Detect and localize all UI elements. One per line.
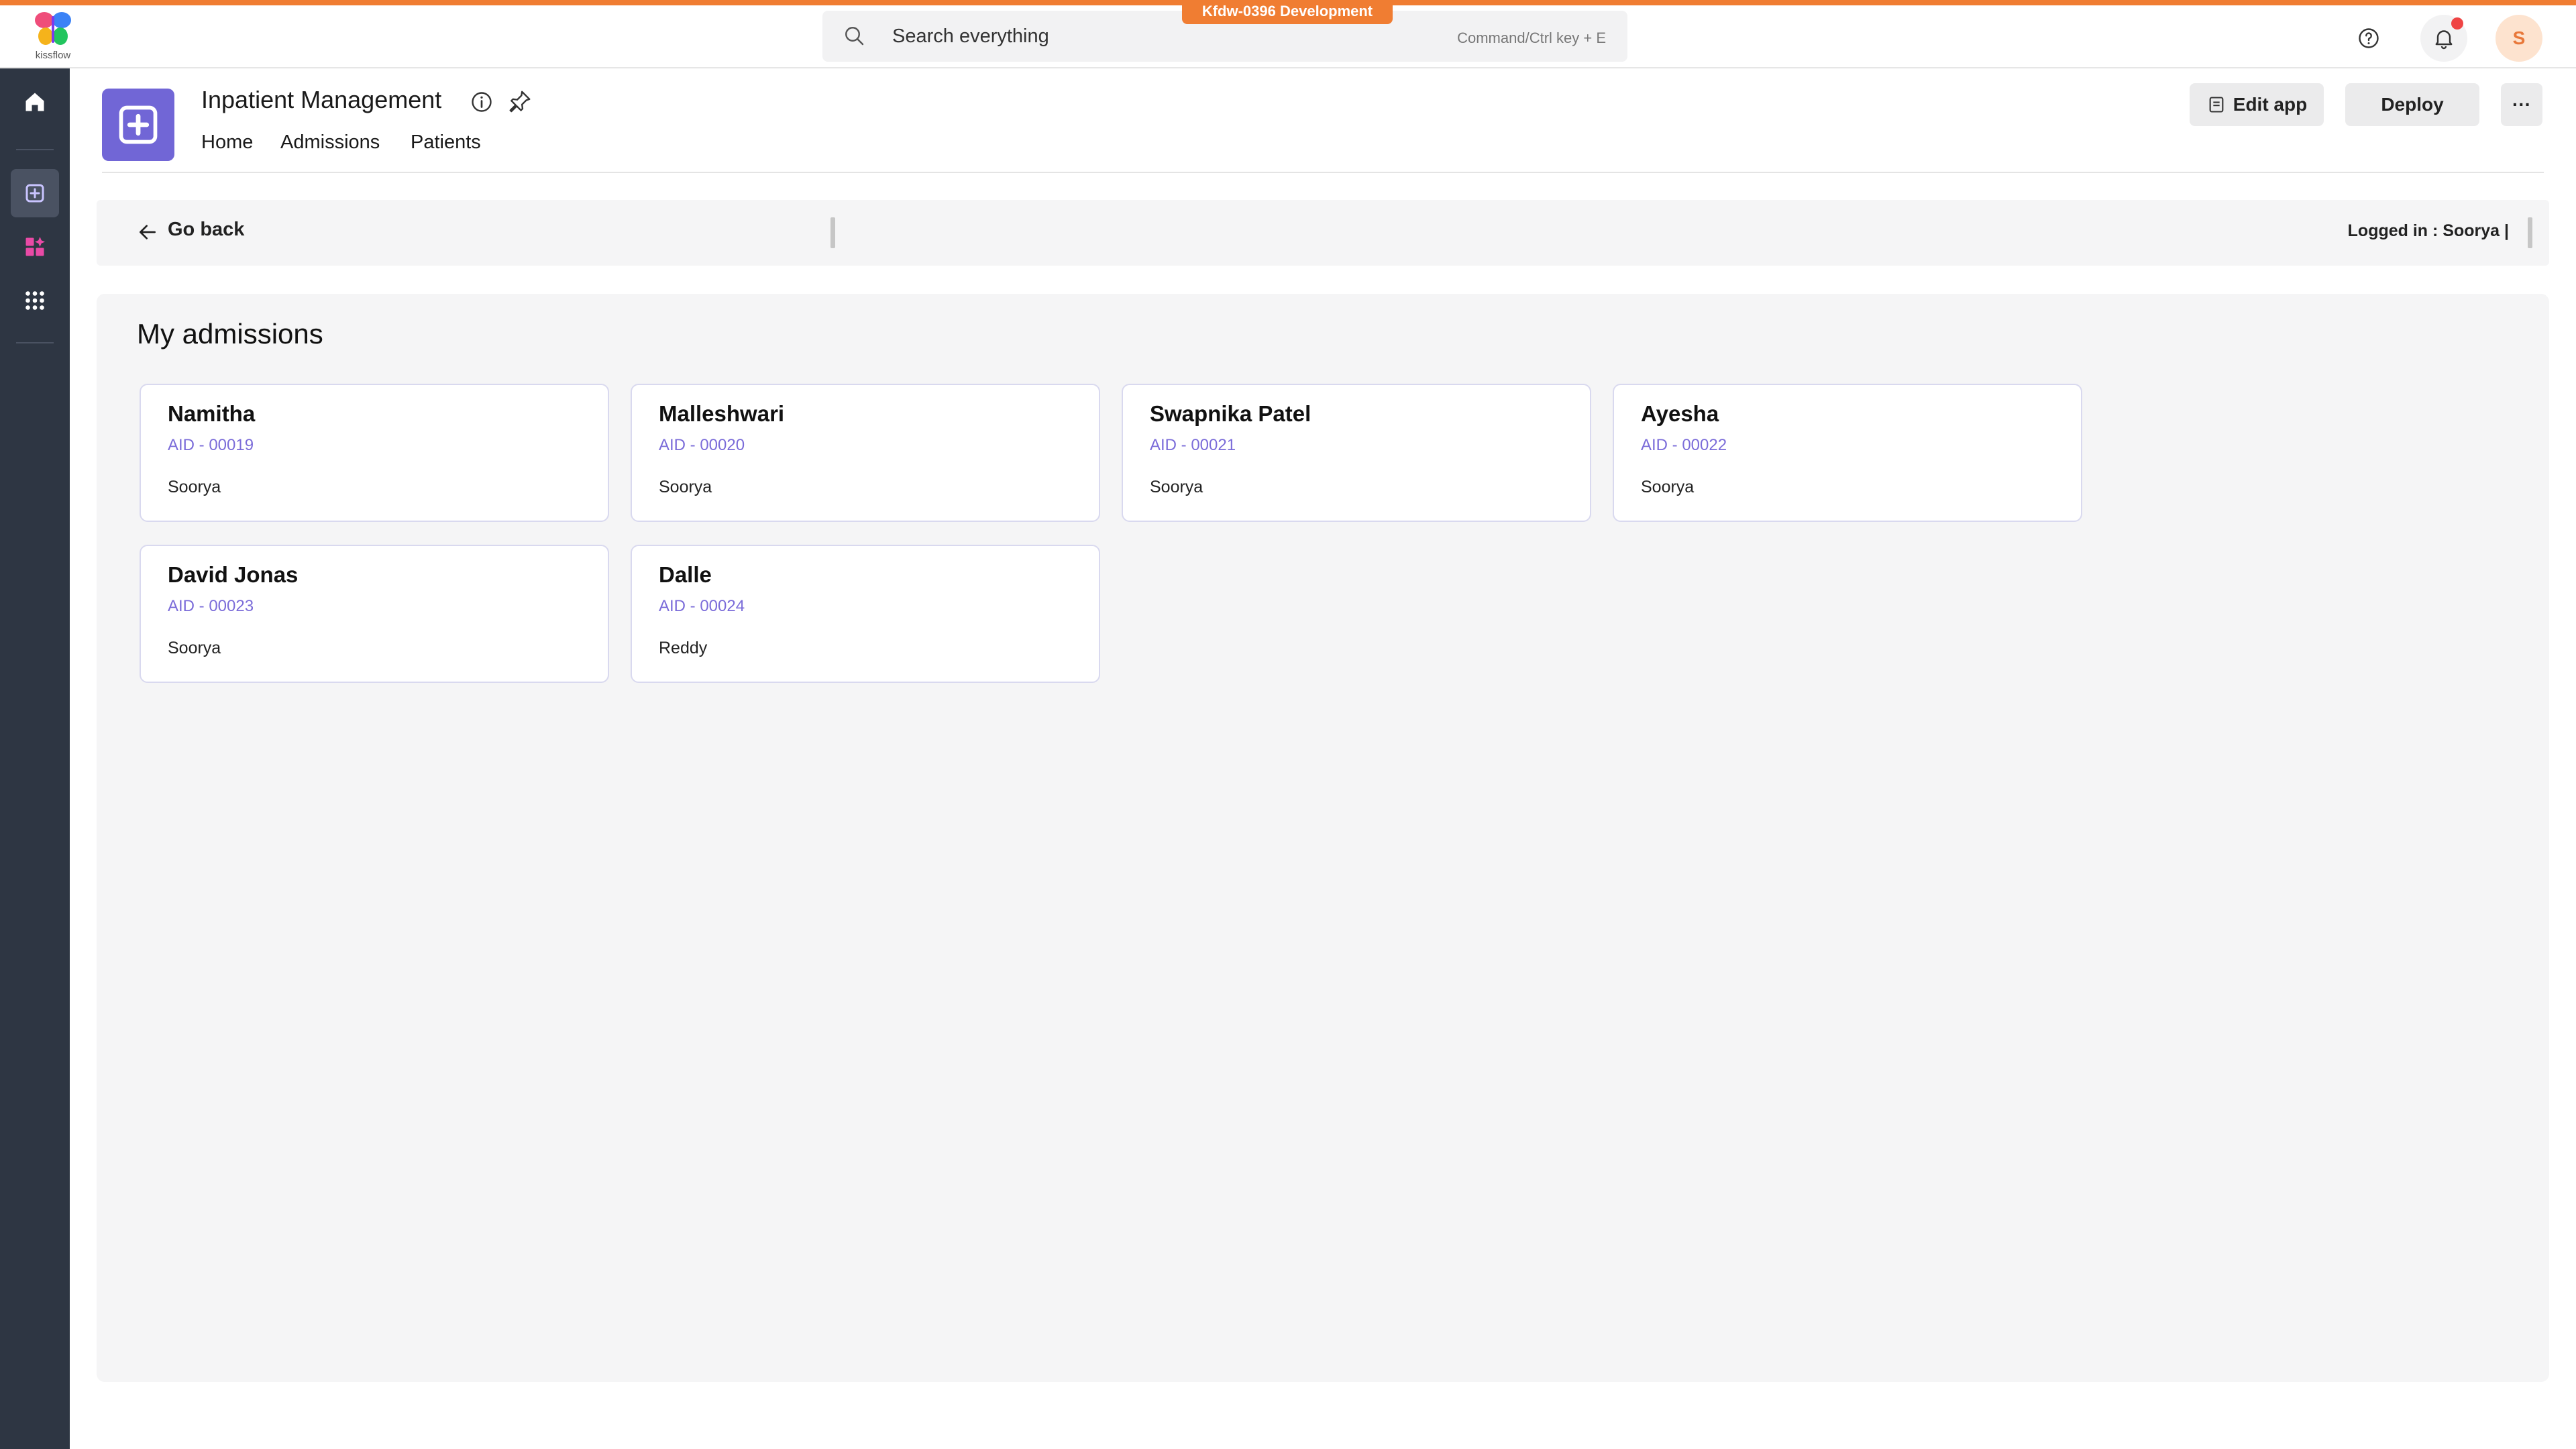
patient-name: Ayesha [1641, 401, 1719, 426]
sidebar-item-home[interactable] [11, 78, 59, 126]
app-title: Inpatient Management [201, 86, 442, 113]
admission-id: AID - 00023 [168, 597, 254, 615]
notification-badge [2451, 17, 2463, 30]
edit-app-label: Edit app [2233, 94, 2308, 115]
patient-name: Malleshwari [659, 401, 785, 426]
patient-name: Dalle [659, 562, 712, 587]
navigation-bar: Go back Logged in : Soorya | [97, 200, 2549, 266]
section-title: My admissions [137, 318, 323, 350]
sidebar-divider [16, 149, 54, 150]
medical-plus-icon [119, 105, 158, 144]
bell-icon [2435, 30, 2453, 50]
search-input[interactable]: Search everything [892, 25, 1049, 48]
help-icon [2359, 28, 2379, 48]
edit-form-icon [2209, 97, 2224, 113]
kissflow-logo[interactable]: kissflow [30, 9, 76, 64]
admission-id: AID - 00022 [1641, 436, 1727, 454]
notifications-button[interactable] [2420, 15, 2467, 62]
tab-patients[interactable]: Patients [411, 131, 481, 154]
sidebar-item-all-apps[interactable] [11, 276, 59, 325]
assigned-to: Soorya [1641, 478, 1695, 496]
sidebar-divider [16, 342, 54, 343]
home-icon [25, 93, 44, 111]
widgets-icon [25, 237, 45, 256]
assigned-to: Soorya [168, 478, 221, 496]
user-avatar[interactable]: S [2496, 15, 2542, 62]
assigned-to: Reddy [659, 639, 708, 657]
app-plus-icon [25, 184, 44, 203]
logged-in-text: Logged in : Soorya | [2347, 221, 2509, 240]
admissions-panel: My admissions Namitha AID - 00019 Soorya… [97, 294, 2549, 1382]
admission-card[interactable]: Swapnika Patel AID - 00021 Soorya [1122, 384, 1591, 522]
sidebar-item-widgets[interactable] [11, 223, 59, 271]
resize-handle[interactable] [830, 217, 835, 248]
help-button[interactable] [2345, 15, 2392, 62]
deploy-button[interactable]: Deploy [2345, 83, 2479, 126]
go-back-link[interactable]: Go back [168, 219, 244, 241]
search-shortcut-hint: Command/Ctrl key + E [1457, 30, 1606, 46]
logo-text: kissflow [35, 50, 71, 61]
assigned-to: Soorya [168, 639, 221, 657]
tab-admissions[interactable]: Admissions [280, 131, 380, 154]
patient-name: Namitha [168, 401, 256, 426]
admission-id: AID - 00020 [659, 436, 745, 454]
admission-card[interactable]: David Jonas AID - 00023 Soorya [140, 545, 609, 683]
search-icon [845, 27, 864, 46]
sidebar-item-current-app[interactable] [11, 169, 59, 217]
admission-card[interactable]: Malleshwari AID - 00020 Soorya [631, 384, 1100, 522]
admission-id: AID - 00024 [659, 597, 745, 615]
more-options-button[interactable]: ··· [2501, 83, 2542, 126]
info-icon[interactable] [470, 90, 494, 114]
patient-name: Swapnika Patel [1150, 401, 1311, 426]
admission-id: AID - 00021 [1150, 436, 1236, 454]
butterfly-logo-icon [35, 12, 71, 45]
app-icon [102, 89, 174, 161]
grid-icon [25, 291, 44, 310]
assigned-to: Soorya [1150, 478, 1203, 496]
resize-handle[interactable] [2528, 217, 2532, 248]
header-divider [102, 172, 2544, 173]
environment-badge: Kfdw-0396 Development [1182, 0, 1393, 24]
pin-icon[interactable] [507, 89, 533, 114]
assigned-to: Soorya [659, 478, 712, 496]
admission-card[interactable]: Ayesha AID - 00022 Soorya [1613, 384, 2082, 522]
admission-id: AID - 00019 [168, 436, 254, 454]
arrow-left-icon[interactable] [137, 221, 158, 243]
edit-app-button[interactable]: Edit app [2190, 83, 2324, 126]
patient-name: David Jonas [168, 562, 299, 587]
admission-card[interactable]: Namitha AID - 00019 Soorya [140, 384, 609, 522]
left-sidebar [0, 68, 70, 1449]
tab-home[interactable]: Home [201, 131, 253, 154]
admission-card[interactable]: Dalle AID - 00024 Reddy [631, 545, 1100, 683]
